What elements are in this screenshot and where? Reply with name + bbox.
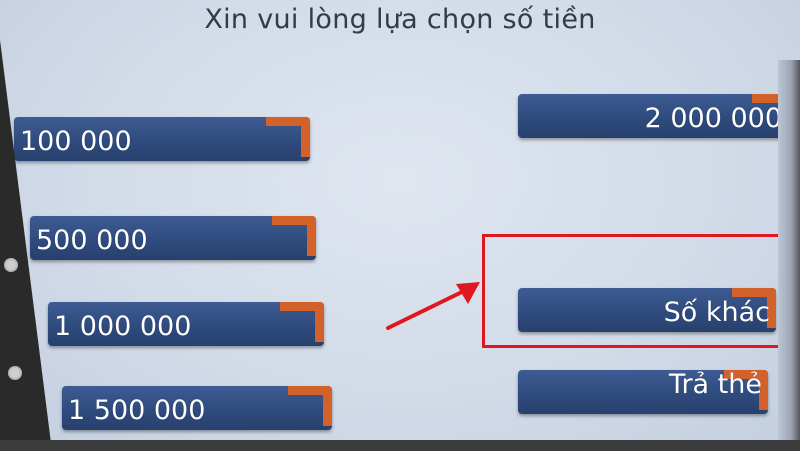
- side-key-hole: [4, 258, 18, 272]
- screen-bezel-right: [778, 60, 800, 451]
- button-corner-accent: [280, 302, 324, 342]
- return-card-label: Trả thẻ: [668, 370, 762, 400]
- button-corner-accent: [288, 386, 332, 426]
- screen-bezel-bottom: [0, 440, 800, 451]
- atm-photo: Xin vui lòng lựa chọn số tiền 100 000 50…: [0, 0, 800, 451]
- side-key-hole: [8, 366, 22, 380]
- amount-label: 1 000 000: [54, 311, 192, 342]
- amount-button-500000[interactable]: 500 000: [30, 216, 316, 260]
- return-card-button[interactable]: Trả thẻ: [518, 370, 768, 414]
- amount-button-1000000[interactable]: 1 000 000: [48, 302, 324, 346]
- button-corner-accent: [272, 216, 316, 256]
- screen-bezel-left: [0, 40, 52, 451]
- amount-button-100000[interactable]: 100 000: [14, 117, 310, 161]
- button-corner-accent: [266, 117, 310, 157]
- atm-screen: Xin vui lòng lựa chọn số tiền 100 000 50…: [0, 0, 800, 451]
- amount-label: 500 000: [36, 225, 148, 256]
- annotation-arrow-icon: [386, 282, 480, 330]
- amount-label: 1 500 000: [68, 395, 206, 426]
- amount-label: 2 000 000: [644, 103, 782, 134]
- amount-button-1500000[interactable]: 1 500 000: [62, 386, 332, 430]
- amount-button-2000000[interactable]: 2 000 000: [518, 94, 796, 138]
- highlight-box: [482, 234, 784, 348]
- page-title: Xin vui lòng lựa chọn số tiền: [204, 4, 596, 35]
